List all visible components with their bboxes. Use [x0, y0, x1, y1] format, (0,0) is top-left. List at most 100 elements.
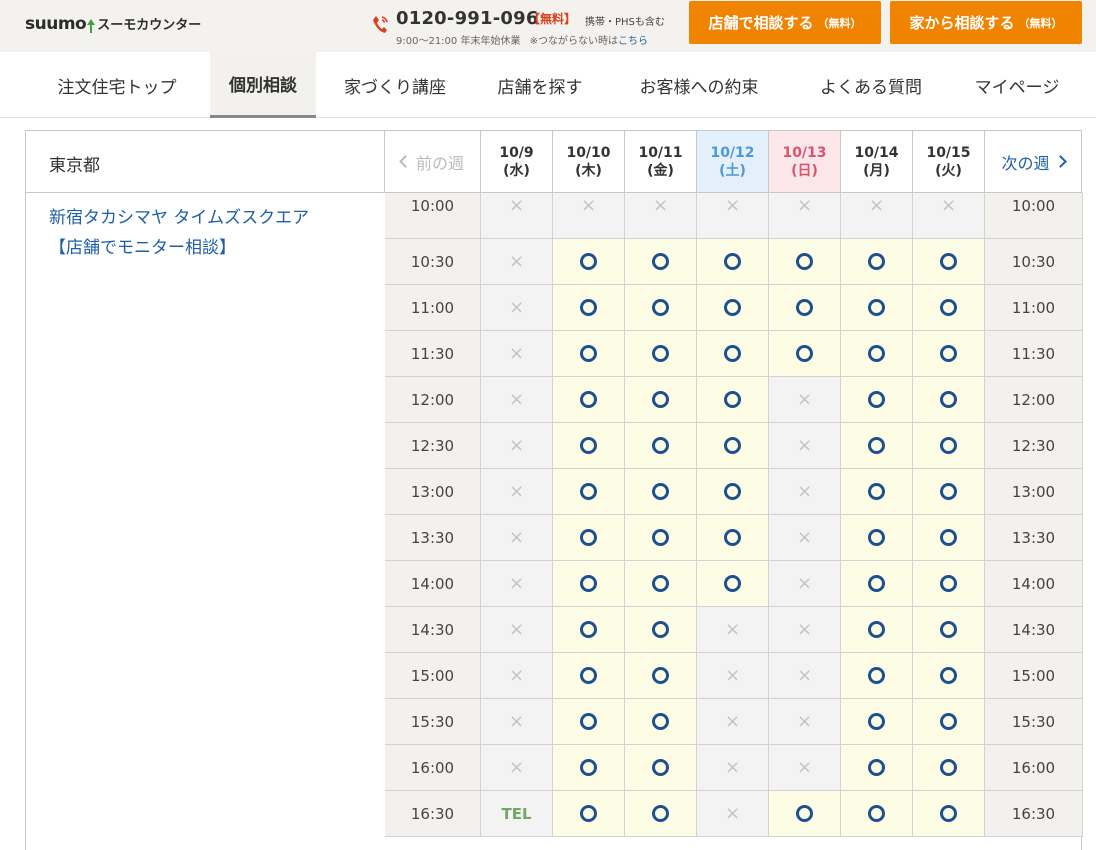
- available-slot[interactable]: [553, 331, 625, 377]
- time-label: 13:00: [385, 469, 481, 515]
- available-slot[interactable]: [553, 515, 625, 561]
- available-slot[interactable]: [769, 285, 841, 331]
- cross-unavailable-icon: ×: [940, 195, 957, 216]
- unavailable-slot: ×: [697, 699, 769, 745]
- available-slot[interactable]: [553, 377, 625, 423]
- circle-available-icon: [580, 483, 597, 500]
- available-slot[interactable]: [841, 377, 913, 423]
- available-slot[interactable]: [769, 239, 841, 285]
- available-slot[interactable]: [913, 469, 985, 515]
- available-slot[interactable]: [625, 607, 697, 653]
- available-slot[interactable]: [625, 791, 697, 837]
- available-slot[interactable]: [625, 377, 697, 423]
- available-slot[interactable]: [625, 653, 697, 699]
- time-label: 10:00: [385, 193, 481, 239]
- available-slot[interactable]: [841, 561, 913, 607]
- available-slot[interactable]: [841, 239, 913, 285]
- available-slot[interactable]: [553, 699, 625, 745]
- available-slot[interactable]: [913, 561, 985, 607]
- available-slot[interactable]: [913, 331, 985, 377]
- unavailable-slot: ×: [769, 469, 841, 515]
- circle-available-icon: [580, 345, 597, 362]
- available-slot[interactable]: [841, 469, 913, 515]
- available-slot[interactable]: [913, 423, 985, 469]
- available-slot[interactable]: [913, 607, 985, 653]
- available-slot[interactable]: [625, 515, 697, 561]
- available-slot[interactable]: [553, 469, 625, 515]
- available-slot[interactable]: [553, 423, 625, 469]
- consult-from-home-button[interactable]: 家から相談する （無料）: [890, 1, 1082, 44]
- available-slot[interactable]: [913, 515, 985, 561]
- available-slot[interactable]: [913, 791, 985, 837]
- available-slot[interactable]: [697, 515, 769, 561]
- available-slot[interactable]: [913, 653, 985, 699]
- prev-week-button[interactable]: 前の週: [385, 131, 481, 193]
- available-slot[interactable]: [625, 561, 697, 607]
- available-slot[interactable]: [625, 331, 697, 377]
- available-slot[interactable]: [769, 331, 841, 377]
- available-slot[interactable]: [841, 607, 913, 653]
- available-slot[interactable]: [913, 745, 985, 791]
- available-slot[interactable]: [553, 607, 625, 653]
- available-slot[interactable]: [697, 285, 769, 331]
- available-slot[interactable]: [841, 791, 913, 837]
- time-label: 10:30: [385, 239, 481, 285]
- available-slot[interactable]: [625, 239, 697, 285]
- prev-week-label: 前の週: [415, 153, 464, 173]
- nav-find-store[interactable]: 店舗を探す: [480, 52, 600, 118]
- cross-unavailable-icon: ×: [724, 756, 741, 778]
- time-label-right: 14:00: [985, 561, 1083, 607]
- available-slot[interactable]: [697, 239, 769, 285]
- available-slot[interactable]: [913, 699, 985, 745]
- available-slot[interactable]: [553, 561, 625, 607]
- available-slot[interactable]: [625, 423, 697, 469]
- available-slot[interactable]: [553, 239, 625, 285]
- available-slot[interactable]: [913, 239, 985, 285]
- circle-available-icon: [868, 437, 885, 454]
- available-slot[interactable]: [625, 745, 697, 791]
- cross-unavailable-icon: ×: [724, 618, 741, 640]
- available-slot[interactable]: [841, 285, 913, 331]
- available-slot[interactable]: [841, 423, 913, 469]
- time-label: 13:30: [385, 515, 481, 561]
- available-slot[interactable]: [697, 561, 769, 607]
- available-slot[interactable]: [625, 285, 697, 331]
- available-slot[interactable]: [553, 791, 625, 837]
- available-slot[interactable]: [553, 285, 625, 331]
- cross-unavailable-icon: ×: [724, 195, 741, 216]
- tel-slot[interactable]: TEL: [481, 791, 553, 837]
- nav-mypage[interactable]: マイページ: [960, 52, 1074, 118]
- unavailable-slot: ×: [697, 791, 769, 837]
- nav-seminar[interactable]: 家づくり講座: [330, 52, 460, 118]
- available-slot[interactable]: [553, 653, 625, 699]
- time-label-right: 16:30: [985, 791, 1083, 837]
- available-slot[interactable]: [841, 331, 913, 377]
- available-slot[interactable]: [697, 423, 769, 469]
- consult-at-store-button[interactable]: 店舗で相談する （無料）: [689, 1, 881, 44]
- phone-number[interactable]: 0120-991-096: [396, 8, 539, 29]
- store-name-link[interactable]: 新宿タカシマヤ タイムズスクエア: [49, 203, 309, 233]
- nav-faq[interactable]: よくある質問: [805, 52, 937, 118]
- available-slot[interactable]: [841, 745, 913, 791]
- nav-consultation[interactable]: 個別相談: [210, 52, 316, 118]
- available-slot[interactable]: [769, 791, 841, 837]
- circle-available-icon: [796, 253, 813, 270]
- nav-home[interactable]: 注文住宅トップ: [30, 52, 204, 118]
- available-slot[interactable]: [697, 331, 769, 377]
- available-slot[interactable]: [841, 515, 913, 561]
- next-week-button[interactable]: 次の週: [984, 131, 1082, 193]
- available-slot[interactable]: [913, 377, 985, 423]
- suumo-logo[interactable]: SUUMO スーモカウンター: [25, 14, 201, 34]
- available-slot[interactable]: [553, 745, 625, 791]
- available-slot[interactable]: [841, 699, 913, 745]
- available-slot[interactable]: [697, 377, 769, 423]
- time-label-right: 12:00: [985, 377, 1083, 423]
- available-slot[interactable]: [625, 469, 697, 515]
- fallback-link[interactable]: こちら: [618, 36, 648, 47]
- available-slot[interactable]: [841, 653, 913, 699]
- cross-unavailable-icon: ×: [796, 434, 813, 456]
- available-slot[interactable]: [697, 469, 769, 515]
- available-slot[interactable]: [625, 699, 697, 745]
- available-slot[interactable]: [913, 285, 985, 331]
- nav-promise[interactable]: お客様への約束: [622, 52, 776, 118]
